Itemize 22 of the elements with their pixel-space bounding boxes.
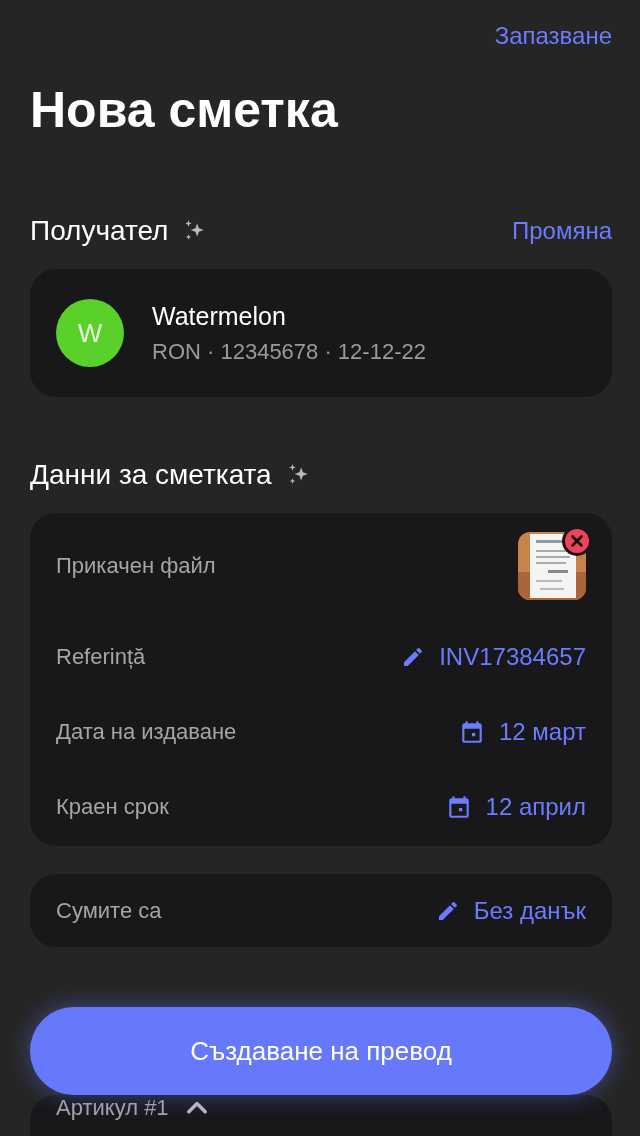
section-heading: Получател xyxy=(30,215,169,247)
field-label: Краен срок xyxy=(56,793,169,820)
field-label: Сумите са xyxy=(56,897,162,924)
field-label: Referință xyxy=(56,643,146,670)
create-transfer-button[interactable]: Създаване на превод xyxy=(30,1007,612,1095)
field-label: Дата на издаване xyxy=(56,718,237,745)
recipient-name: Watermelon xyxy=(152,301,287,331)
save-link[interactable]: Запазване xyxy=(494,22,612,50)
item-label: Артикул #1 xyxy=(56,1095,169,1121)
field-label: Прикачен файл xyxy=(56,553,216,579)
avatar: W xyxy=(56,299,124,367)
remove-icon[interactable] xyxy=(562,526,592,556)
value-button[interactable]: 12 март xyxy=(458,717,586,746)
value-button[interactable]: Без данък xyxy=(435,896,586,925)
page-title: Нова сметка xyxy=(30,83,339,138)
item-card[interactable]: Артикул #1 xyxy=(30,1095,612,1136)
change-link[interactable]: Промяна xyxy=(511,217,612,245)
value-button[interactable]: INV17384657 xyxy=(401,642,586,671)
recipient-card[interactable]: W Watermelon RON · 12345678 · 12-12-22 xyxy=(30,269,612,397)
recipient-details: RON · 12345678 · 12-12-22 xyxy=(152,338,426,365)
value-button[interactable]: 12 април xyxy=(445,792,586,821)
section-heading: Данни за сметката xyxy=(30,459,272,491)
